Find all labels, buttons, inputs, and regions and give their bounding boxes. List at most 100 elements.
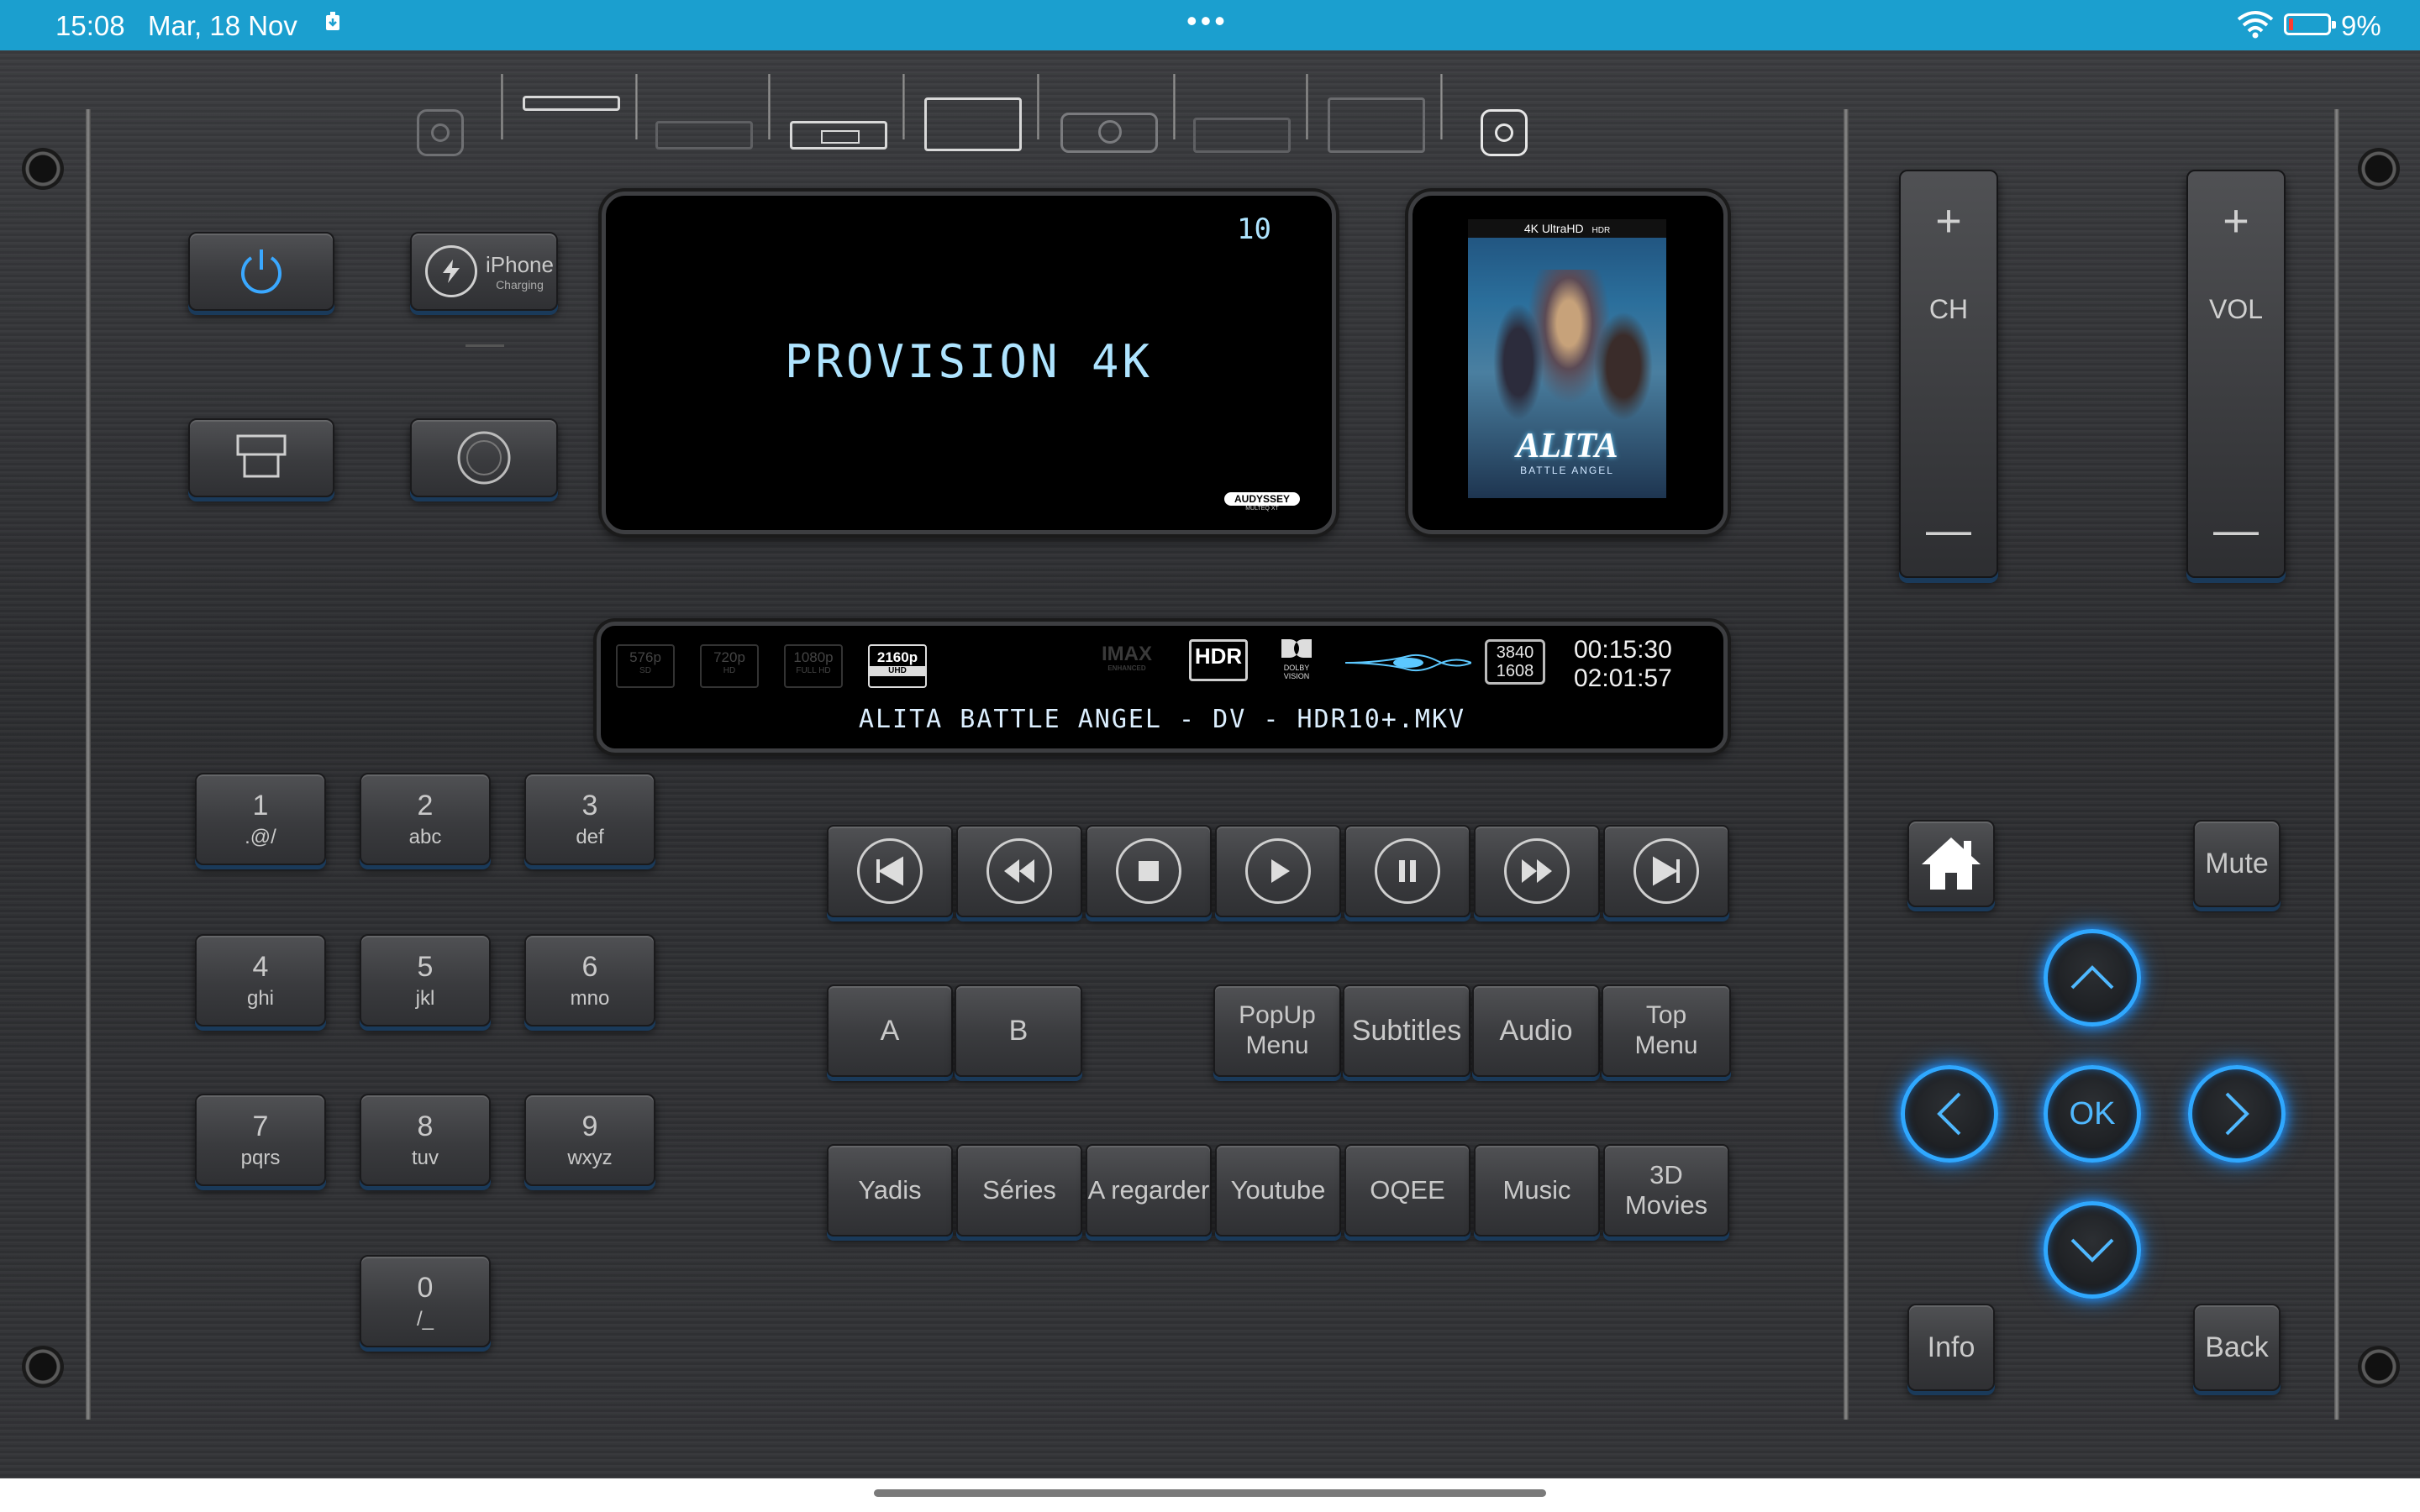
power-button[interactable] — [188, 232, 334, 311]
pause-icon — [1399, 860, 1416, 882]
device-soundbar-icon[interactable] — [523, 96, 620, 111]
keypad-letters: /_ — [416, 1307, 434, 1331]
iphone-charging-button[interactable]: iPhone Charging — [410, 232, 558, 311]
keypad-3-button[interactable]: 3 def — [524, 773, 655, 865]
volume-label: VOL — [2208, 294, 2264, 324]
resolution-tier: UHD — [870, 666, 925, 676]
skip-back-button[interactable] — [827, 825, 953, 917]
panel-rail — [2334, 109, 2339, 1420]
device-receiver-icon[interactable] — [655, 121, 753, 150]
fast-forward-button[interactable] — [1474, 825, 1600, 917]
a-button[interactable]: A — [827, 984, 953, 1077]
nav-left-button[interactable] — [1901, 1065, 1998, 1163]
keypad-9-button[interactable]: 9 wxyz — [524, 1094, 655, 1186]
keypad-0-button[interactable]: 0 /_ — [360, 1255, 491, 1347]
home-indicator[interactable] — [874, 1489, 1546, 1497]
button-ring — [857, 838, 923, 904]
keypad-letters: abc — [408, 825, 442, 848]
keypad-1-button[interactable]: 1 .@/ — [195, 773, 326, 865]
poster-subtitle: BATTLE ANGEL — [1520, 465, 1614, 476]
mute-button[interactable]: Mute — [2193, 820, 2281, 907]
channel-up[interactable]: + — [1901, 195, 1996, 247]
channel-rocker[interactable]: + CH — — [1899, 170, 1998, 578]
device-console-icon[interactable] — [1193, 118, 1291, 153]
rewind-button[interactable] — [956, 825, 1082, 917]
movie-poster: 4K UltraHD HDR ALITA BATTLE ANGEL — [1468, 219, 1666, 498]
dolby-vision-logo: DOLBY VISION — [1273, 638, 1320, 680]
keypad-7-button[interactable]: 7 pqrs — [195, 1094, 326, 1186]
volume-rocker[interactable]: + VOL — — [2186, 170, 2286, 578]
keypad-5-button[interactable]: 5 jkl — [360, 934, 491, 1026]
device-smiley-left-icon[interactable] — [417, 109, 464, 156]
resolution-readout: 3840 1608 — [1485, 639, 1545, 685]
charging-icon — [425, 245, 477, 297]
keypad-letters: pqrs — [240, 1146, 281, 1169]
status-date: Mar, 18 Nov — [148, 10, 297, 41]
top-label-2: Menu — [1634, 1032, 1698, 1059]
pause-button[interactable] — [1344, 825, 1470, 917]
poster-hdr: HDR — [1591, 226, 1611, 235]
tray-button[interactable] — [188, 418, 334, 497]
keypad-8-button[interactable]: 8 tuv — [360, 1094, 491, 1186]
nav-down-button[interactable] — [2044, 1201, 2141, 1299]
app-a-regarder-button[interactable]: A regarder — [1086, 1144, 1212, 1236]
device-separator — [902, 74, 905, 139]
b-button[interactable]: B — [955, 984, 1082, 1077]
keypad-letters: def — [576, 825, 604, 848]
robot-vacuum-button[interactable] — [410, 418, 558, 497]
home-button[interactable] — [1907, 820, 1995, 907]
time-total: 02:01:57 — [1574, 664, 1672, 692]
button-ring — [1375, 838, 1440, 904]
a-label: A — [880, 1014, 900, 1047]
skip-forward-icon — [1653, 856, 1680, 886]
app-oqee-button[interactable]: OQEE — [1344, 1144, 1470, 1236]
poster-badge: 4K UltraHD — [1523, 222, 1584, 235]
ok-button[interactable]: OK — [2044, 1065, 2141, 1163]
device-projector-icon[interactable] — [1060, 113, 1158, 153]
back-label: Back — [2205, 1331, 2269, 1363]
top-menu-button[interactable]: Top Menu — [1602, 984, 1731, 1077]
app-label: Youtube — [1230, 1175, 1326, 1205]
device-player-icon[interactable] — [790, 121, 887, 150]
keypad-digit: 0 — [417, 1271, 434, 1304]
time-readout: 00:15:30 02:01:57 — [1574, 636, 1672, 693]
device-screen-icon[interactable] — [1328, 97, 1425, 153]
keypad-digit: 6 — [581, 950, 598, 983]
app-label: 3D Movies — [1624, 1160, 1708, 1220]
wifi-icon — [2237, 11, 2274, 39]
info-button[interactable]: Info — [1907, 1304, 1995, 1391]
info-strip: 576p SD 720p HD 1080p FULL HD 2160p UHD IMAX EN… — [597, 622, 1728, 753]
audio-button[interactable]: Audio — [1472, 984, 1600, 1077]
keypad-4-button[interactable]: 4 ghi — [195, 934, 326, 1026]
back-button[interactable]: Back — [2193, 1304, 2281, 1391]
button-ring — [1245, 838, 1311, 904]
resolution-value: 1080p — [793, 649, 834, 665]
robot-vacuum-icon — [457, 431, 511, 485]
app-séries-button[interactable]: Séries — [956, 1144, 1082, 1236]
volume-up[interactable]: + — [2188, 195, 2284, 247]
nav-right-button[interactable] — [2188, 1065, 2286, 1163]
keypad-letters: .@/ — [245, 825, 276, 848]
nav-up-button[interactable] — [2044, 929, 2141, 1026]
channel-down[interactable]: — — [1901, 504, 1996, 556]
popup-menu-button[interactable]: PopUp Menu — [1213, 984, 1341, 1077]
volume-down[interactable]: — — [2188, 504, 2284, 556]
device-smiley-right-icon[interactable] — [1481, 109, 1528, 156]
status-dots[interactable]: ••• — [1186, 3, 1228, 39]
skip-forward-button[interactable] — [1603, 825, 1729, 917]
subtitles-button[interactable]: Subtitles — [1343, 984, 1470, 1077]
app-youtube-button[interactable]: Youtube — [1215, 1144, 1341, 1236]
app-yadis-button[interactable]: Yadis — [827, 1144, 953, 1236]
keypad-digit: 2 — [417, 789, 434, 822]
button-ring — [1634, 838, 1699, 904]
stop-button[interactable] — [1086, 825, 1212, 917]
play-button[interactable] — [1215, 825, 1341, 917]
app-music-button[interactable]: Music — [1474, 1144, 1600, 1236]
device-tv-icon[interactable] — [924, 97, 1022, 151]
resolution-value: 2160p — [876, 649, 918, 665]
keypad-2-button[interactable]: 2 abc — [360, 773, 491, 865]
device-separator — [635, 74, 638, 139]
chevron-up-icon — [2070, 965, 2114, 990]
app-3d-movies-button[interactable]: 3D Movies — [1603, 1144, 1729, 1236]
keypad-6-button[interactable]: 6 mno — [524, 934, 655, 1026]
